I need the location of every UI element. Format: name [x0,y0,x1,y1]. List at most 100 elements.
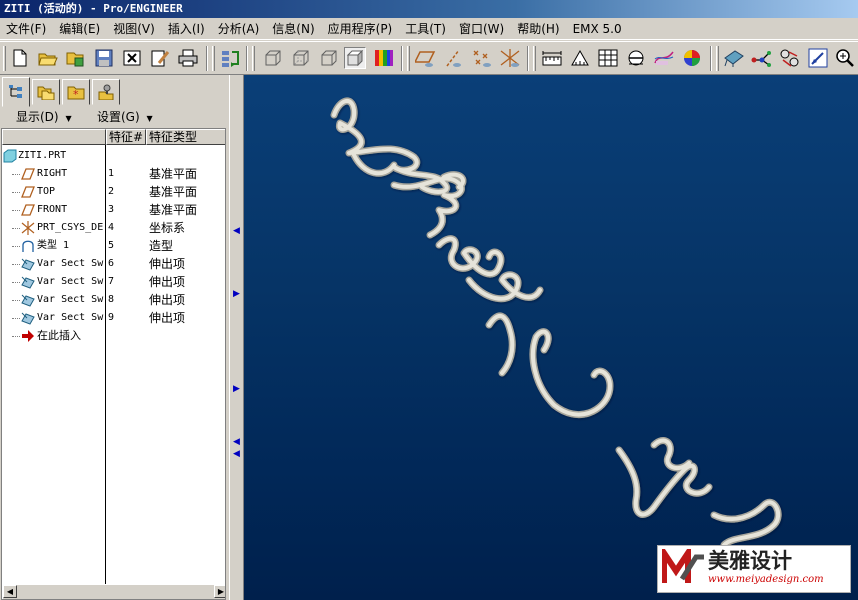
var-sweep-icon [21,257,35,271]
menu-analysis[interactable]: 分析(A) [212,19,267,39]
favorites-icon[interactable]: * [62,79,90,105]
measure-distance-icon[interactable] [541,47,563,69]
settings-dropdown[interactable]: 设置(G) ▼ [93,107,157,127]
show-dropdown-label: 显示(D) [16,110,59,124]
sketch-icon[interactable] [653,47,675,69]
svg-text:*: * [73,88,79,100]
tree-horizontal-scrollbar[interactable]: ◀ ▶ [3,584,225,599]
save-icon[interactable] [93,47,115,69]
menu-emx[interactable]: EMX 5.0 [567,19,629,39]
toolbar-separator [401,46,403,71]
toolbar-grip[interactable] [252,46,255,71]
tree-row-name: RIGHT [37,168,68,179]
tree-row[interactable]: FRONT 3 基准平面 [2,201,225,219]
tree-root[interactable]: ZITI.PRT [2,147,225,165]
erase-icon[interactable] [121,47,143,69]
menu-insert[interactable]: 插入(I) [162,19,212,39]
tree-row[interactable]: RIGHT 1 基准平面 [2,165,225,183]
print-icon[interactable] [177,47,199,69]
open-folder-icon[interactable] [37,47,59,69]
edit-page-icon[interactable] [149,47,171,69]
hidden-line-icon[interactable] [290,47,312,69]
datum-axis-icon[interactable] [443,47,465,69]
connect-icon[interactable] [751,47,773,69]
tree-row-type: 坐标系 [149,221,186,235]
regenerate-icon[interactable] [219,47,241,69]
toolbar-grip[interactable] [716,46,719,71]
collapse-left-icon[interactable]: ◀ [232,437,241,447]
no-hidden-icon[interactable] [318,47,340,69]
menu-window[interactable]: 窗口(W) [453,19,511,39]
tree-row[interactable]: Var Sect Sw 8 伸出项 [2,291,225,309]
show-dropdown[interactable]: 显示(D) ▼ [12,107,76,127]
table-icon[interactable] [597,47,619,69]
column-header-feature-type[interactable]: 特征类型 [146,129,225,145]
tree-row-name: Var Sect Sw [37,312,104,323]
folder-browser-icon[interactable] [32,79,60,105]
panel-splitter[interactable]: ◀ ▶ ▶ ◀ ◀ [229,75,244,600]
edit-icon[interactable] [807,47,829,69]
watermark-url: www.meiyadesign.com [708,574,824,585]
tree-row[interactable]: 类型 1 5 造型 [2,237,225,255]
insert-here-arrow-icon [21,329,35,343]
menu-tools[interactable]: 工具(T) [399,19,453,39]
tree-row-type: 基准平面 [149,185,198,199]
tree-row[interactable]: Var Sect Sw 7 伸出项 [2,273,225,291]
scroll-left-icon[interactable]: ◀ [3,585,17,598]
menu-applications[interactable]: 应用程序(P) [322,19,400,39]
section-icon[interactable] [625,47,647,69]
datum-point-icon[interactable] [471,47,493,69]
settings-dropdown-label: 设置(G) [97,110,140,124]
datum-csys-icon[interactable] [499,47,521,69]
menu-help[interactable]: 帮助(H) [511,19,566,39]
datum-plane-icon [21,167,35,181]
tree-row-insert-here[interactable]: 在此插入 [2,327,225,345]
tree-row[interactable]: Var Sect Sw 6 伸出项 [2,255,225,273]
toolbar-separator [246,46,248,71]
tree-row-num: 4 [108,222,115,233]
graphics-viewport[interactable] [244,75,858,600]
menu-view[interactable]: 视图(V) [107,19,162,39]
shading-icon[interactable] [344,47,366,69]
zoom-icon[interactable] [834,47,856,69]
toolbar-grip[interactable] [212,46,215,71]
scroll-right-icon[interactable]: ▶ [214,585,225,598]
column-header-name[interactable] [2,129,106,145]
datum-plane-icon[interactable] [415,47,437,69]
chevron-down-icon: ▼ [65,114,72,123]
toolbar-grip[interactable] [407,46,410,71]
toolbar-separator [206,46,208,71]
tree-row[interactable]: PRT_CSYS_DE 4 坐标系 [2,219,225,237]
color-sphere-icon[interactable] [681,47,703,69]
tree-row-type: 造型 [149,239,174,253]
color-appearance-icon[interactable] [373,47,395,69]
spin-icon[interactable] [723,47,745,69]
tree-row-type: 基准平面 [149,203,198,217]
measure-angle-icon[interactable] [569,47,591,69]
menu-file[interactable]: 文件(F) [0,19,53,39]
new-file-icon[interactable] [9,47,31,69]
menu-info[interactable]: 信息(N) [266,19,321,39]
navigator-dropdown-bar: 显示(D) ▼ 设置(G) ▼ [0,107,229,127]
expand-right-icon[interactable]: ▶ [232,384,241,394]
toolbar-grip[interactable] [3,46,6,71]
toolbar-grip[interactable] [533,46,536,71]
model-tree-icon[interactable] [2,77,30,107]
tree-row[interactable]: Var Sect Sw 9 伸出项 [2,309,225,327]
expand-right-icon[interactable]: ▶ [232,289,241,299]
collapse-left-icon[interactable]: ◀ [232,226,241,236]
column-header-feature-num[interactable]: 特征# [106,129,146,145]
collapse-left-icon[interactable]: ◀ [232,449,241,459]
menu-edit[interactable]: 编辑(E) [53,19,107,39]
tree-row-num: 1 [108,168,115,179]
tree-row-name: FRONT [37,204,68,215]
tree-row-name: TOP [37,186,56,197]
tree-row[interactable]: TOP 2 基准平面 [2,183,225,201]
open-session-icon[interactable] [65,47,87,69]
connections-icon[interactable] [92,79,120,105]
wireframe-icon[interactable] [262,47,284,69]
simulate-icon[interactable] [779,47,801,69]
model-tree-panel: * 显示(D) ▼ 设置(G) ▼ 特征# 特征类型 ZITI.PRT RIGH… [0,75,229,600]
tree-row-num: 2 [108,186,115,197]
tree-row-name: Var Sect Sw [37,276,104,287]
